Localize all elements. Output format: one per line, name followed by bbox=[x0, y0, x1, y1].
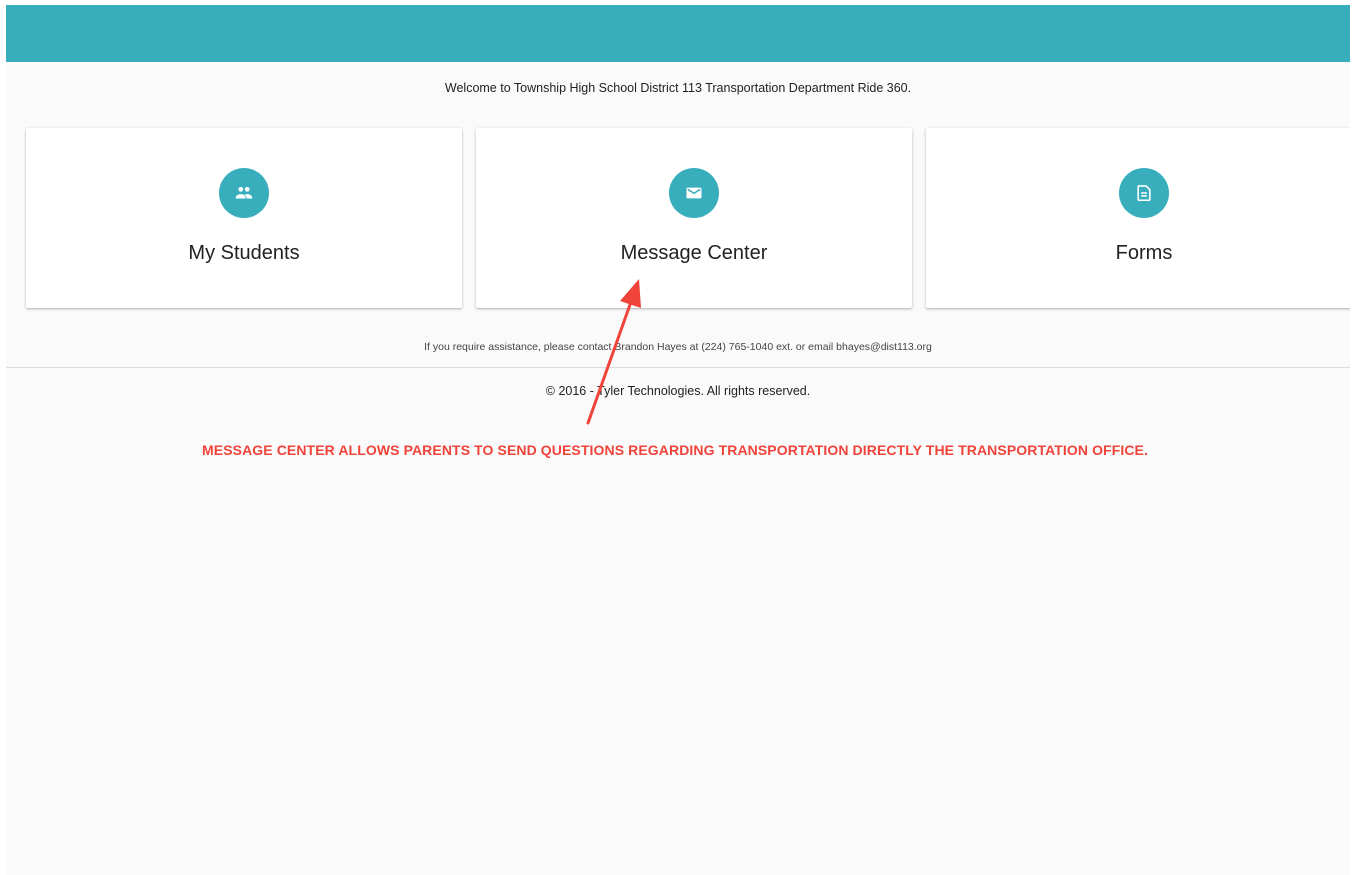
forms-label: Forms bbox=[1115, 242, 1173, 264]
people-icon bbox=[219, 168, 269, 218]
annotation-arrow-icon bbox=[586, 279, 641, 425]
mail-icon bbox=[669, 168, 719, 218]
copyright-notice: © 2016 - Tyler Technologies. All rights … bbox=[545, 384, 811, 398]
message-center-card[interactable]: Message Center bbox=[476, 128, 912, 308]
app-frame: Welcome to Township High School District… bbox=[6, 5, 1350, 875]
my-students-card[interactable]: My Students bbox=[26, 128, 462, 308]
forms-card[interactable]: Forms bbox=[926, 128, 1350, 308]
header-bar bbox=[6, 5, 1350, 62]
footer-divider bbox=[6, 367, 1350, 368]
welcome-message: Welcome to Township High School District… bbox=[444, 81, 912, 95]
message-center-label: Message Center bbox=[620, 242, 768, 264]
document-icon bbox=[1119, 168, 1169, 218]
annotation-note: MESSAGE CENTER ALLOWS PARENTS TO SEND QU… bbox=[202, 442, 1148, 458]
assistance-contact: If you require assistance, please contac… bbox=[424, 341, 932, 353]
my-students-label: My Students bbox=[188, 242, 300, 264]
